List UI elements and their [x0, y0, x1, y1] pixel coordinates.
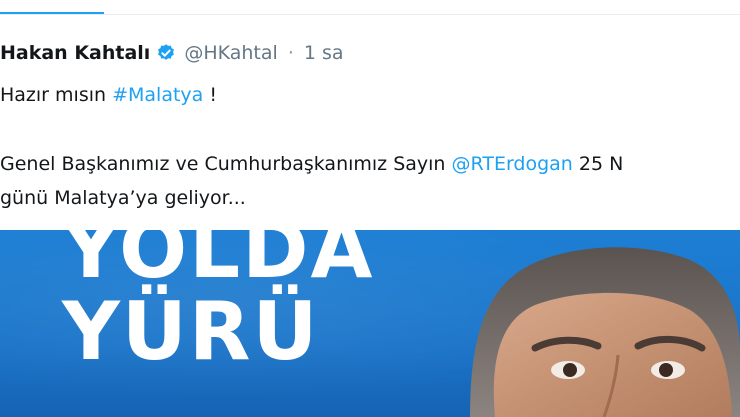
text-segment: 25 N	[572, 153, 624, 175]
tweet-header: Hakan Kahtalı @HKahtal · 1 sa	[0, 38, 344, 68]
divider	[0, 14, 740, 15]
mention-link[interactable]: @RTErdogan	[452, 153, 573, 175]
tweet-text-line-1: Hazır mısın #Malatya !	[0, 84, 217, 106]
display-name[interactable]: Hakan Kahtalı	[0, 42, 150, 64]
slogan-line-1: YOLDA	[62, 230, 375, 296]
tweet-text-line-3: günü Malatya’ya geliyor...	[0, 187, 246, 209]
hashtag-link[interactable]: #Malatya	[112, 84, 203, 106]
tweet-text-line-2: Genel Başkanımız ve Cumhurbaşkanımız Say…	[0, 153, 623, 175]
text-segment: Genel Başkanımız ve Cumhurbaşkanımız Say…	[0, 153, 452, 175]
slogan-line-2: YÜRÜ	[62, 285, 320, 378]
user-handle[interactable]: @HKahtal	[184, 42, 277, 64]
tweet-timestamp[interactable]: 1 sa	[304, 42, 344, 64]
text-segment: !	[203, 84, 217, 106]
text-segment: Hazır mısın	[0, 84, 113, 106]
tweet-media-image[interactable]: YOLDA YÜRÜ	[0, 230, 740, 417]
separator-dot: ·	[287, 42, 294, 64]
portrait-photo	[470, 247, 740, 417]
verified-badge-icon	[156, 43, 176, 63]
